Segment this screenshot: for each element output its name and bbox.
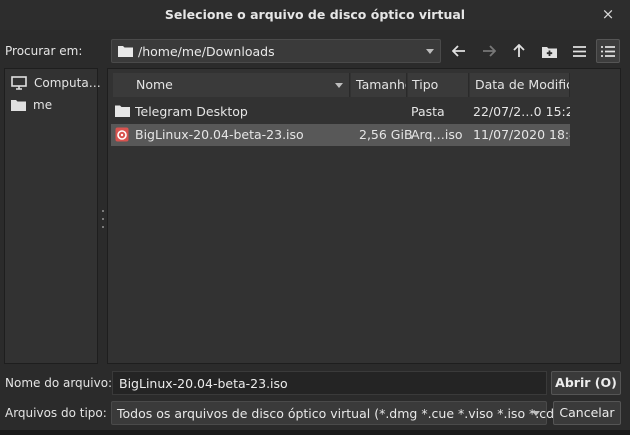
file-name-label: Nome do arquivo: (5, 376, 113, 390)
back-button[interactable] (447, 39, 471, 63)
look-in-label: Procurar em: (5, 44, 83, 58)
file-date: 11/07/2020 18:41 (473, 127, 570, 142)
file-type-combobox[interactable]: Todos os arquivos de disco óptico virtua… (111, 401, 564, 425)
new-folder-button[interactable] (537, 39, 561, 63)
sidebar-item-home[interactable]: me (11, 95, 52, 115)
sidebar-item-computer[interactable]: Computa… (11, 73, 101, 93)
column-header-type[interactable]: Tipo (408, 73, 469, 97)
file-name-input[interactable] (113, 372, 546, 394)
column-header-date[interactable]: Data de Modificação (470, 73, 570, 97)
folder-icon (11, 99, 26, 111)
file-name: Telegram Desktop (135, 104, 248, 119)
sort-indicator-icon (335, 83, 343, 88)
list-view-button[interactable] (567, 39, 591, 63)
file-size: 2,56 GiB (359, 127, 413, 142)
file-type-value: Todos os arquivos de disco óptico virtua… (117, 406, 565, 421)
computer-icon (11, 76, 27, 90)
list-view-icon (572, 45, 586, 57)
back-arrow-icon (452, 45, 465, 57)
column-header-size[interactable]: Tamanho (351, 73, 407, 97)
folder-icon (118, 44, 133, 61)
folder-icon (115, 104, 130, 121)
table-row[interactable]: Telegram Desktop Pasta 22/07/2…0 15:21 (111, 101, 570, 123)
detail-view-icon (601, 45, 615, 57)
splitter-handle[interactable] (100, 210, 106, 228)
forward-button[interactable] (477, 39, 501, 63)
location-path: /home/me/Downloads (138, 44, 275, 59)
title-bar: Selecione o arquivo de disco óptico virt… (0, 0, 630, 30)
parent-folder-button[interactable] (507, 39, 531, 63)
file-type: Pasta (411, 104, 445, 119)
cancel-button[interactable]: Cancelar (553, 401, 621, 425)
location-combobox[interactable]: /home/me/Downloads (111, 39, 441, 63)
sidebar-item-label: Computa… (34, 76, 101, 90)
file-name: BigLinux-20.04-beta-23.iso (135, 127, 304, 142)
disc-image-icon (115, 127, 129, 145)
taskbar-edge (0, 430, 630, 435)
chevron-down-icon (426, 49, 434, 54)
file-type-label: Arquivos do tipo: (5, 406, 107, 420)
file-list: Nome Tamanho Tipo Data de Modificação Te… (107, 68, 621, 364)
file-date: 22/07/2…0 15:21 (473, 104, 570, 119)
close-button[interactable]: × (600, 4, 616, 24)
open-button[interactable]: Abrir (O) (551, 371, 621, 395)
sidebar-item-label: me (33, 98, 53, 112)
new-folder-icon (541, 46, 557, 58)
column-header-name[interactable]: Nome (113, 73, 350, 97)
forward-arrow-icon (483, 45, 496, 57)
file-type: Arq…iso (411, 127, 463, 142)
dialog-title: Selecione o arquivo de disco óptico virt… (164, 7, 466, 22)
detail-view-button[interactable] (596, 39, 620, 63)
file-name-field[interactable] (112, 371, 547, 395)
places-sidebar: Computa… me (4, 68, 101, 364)
table-row[interactable]: BigLinux-20.04-beta-23.iso 2,56 GiB Arq…… (111, 124, 570, 146)
up-arrow-icon (513, 44, 525, 57)
chevron-down-icon (532, 411, 540, 416)
